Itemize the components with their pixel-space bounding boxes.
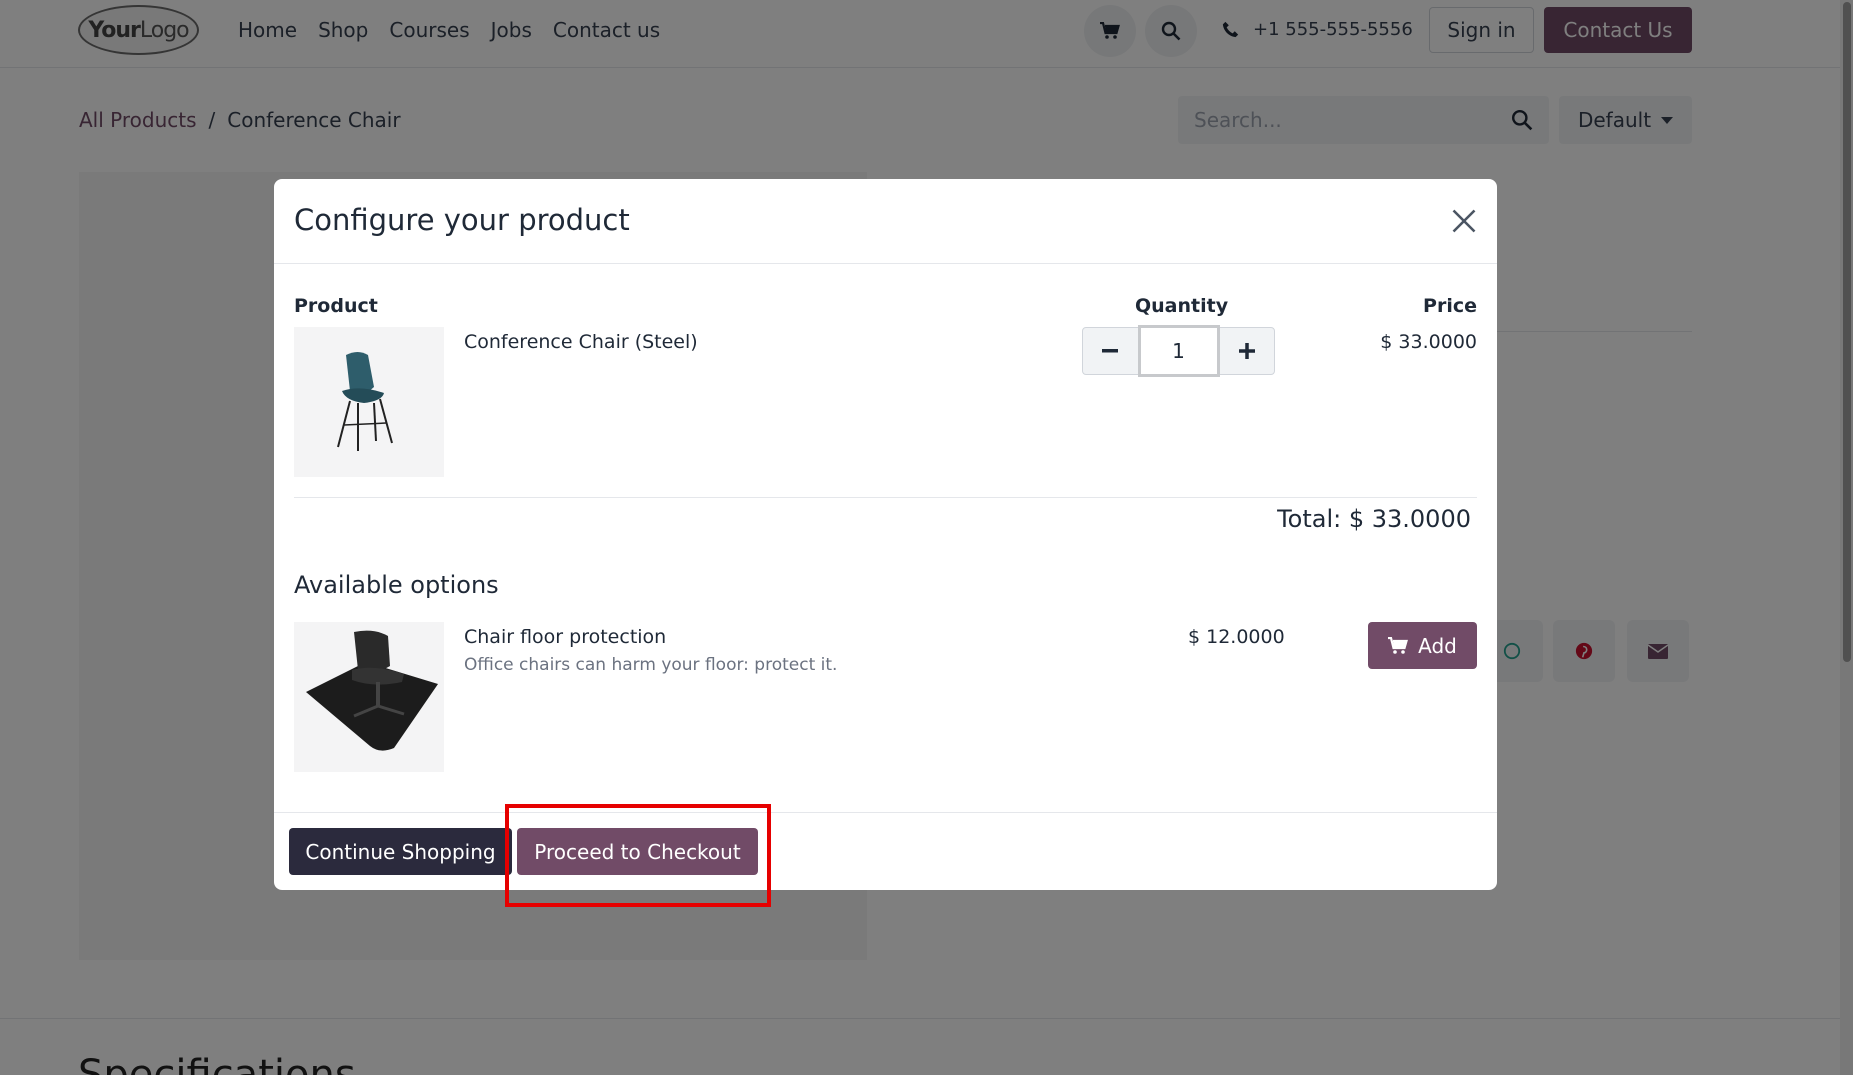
- option-price: $ 12.0000: [1188, 626, 1285, 648]
- increase-quantity-button[interactable]: [1220, 328, 1275, 374]
- product-column-header: Product: [294, 295, 378, 317]
- quantity-input[interactable]: [1137, 325, 1220, 377]
- add-option-label: Add: [1418, 633, 1457, 658]
- quantity-column-header: Quantity: [1135, 295, 1229, 317]
- price-column-header: Price: [1423, 295, 1477, 317]
- available-options-heading: Available options: [294, 571, 499, 599]
- modal-header: Configure your product: [274, 179, 1497, 264]
- continue-shopping-button[interactable]: Continue Shopping: [289, 828, 512, 875]
- quantity-stepper: [1082, 325, 1275, 377]
- minus-icon: [1102, 349, 1119, 353]
- option-description: Office chairs can harm your floor: prote…: [464, 655, 838, 675]
- floor-mat-image: [306, 630, 438, 751]
- product-thumbnail: [294, 327, 444, 477]
- chair-image: [337, 352, 393, 451]
- plus-icon: [1238, 343, 1255, 359]
- close-icon[interactable]: [1450, 207, 1478, 235]
- configure-product-modal: Configure your product Product Quantity …: [274, 179, 1497, 890]
- modal-title: Configure your product: [294, 203, 630, 237]
- add-option-button[interactable]: Add: [1368, 622, 1477, 669]
- modal-footer-divider: [274, 812, 1497, 813]
- modal-divider: [294, 497, 1477, 498]
- total-price: Total: $ 33.0000: [1277, 505, 1471, 533]
- option-thumbnail: [294, 622, 444, 772]
- product-name: Conference Chair (Steel): [464, 331, 698, 353]
- decrease-quantity-button[interactable]: [1083, 328, 1138, 374]
- highlight-annotation: [505, 804, 771, 907]
- cart-icon: [1388, 636, 1409, 654]
- option-name: Chair floor protection: [464, 626, 667, 648]
- product-price: $ 33.0000: [1380, 331, 1477, 353]
